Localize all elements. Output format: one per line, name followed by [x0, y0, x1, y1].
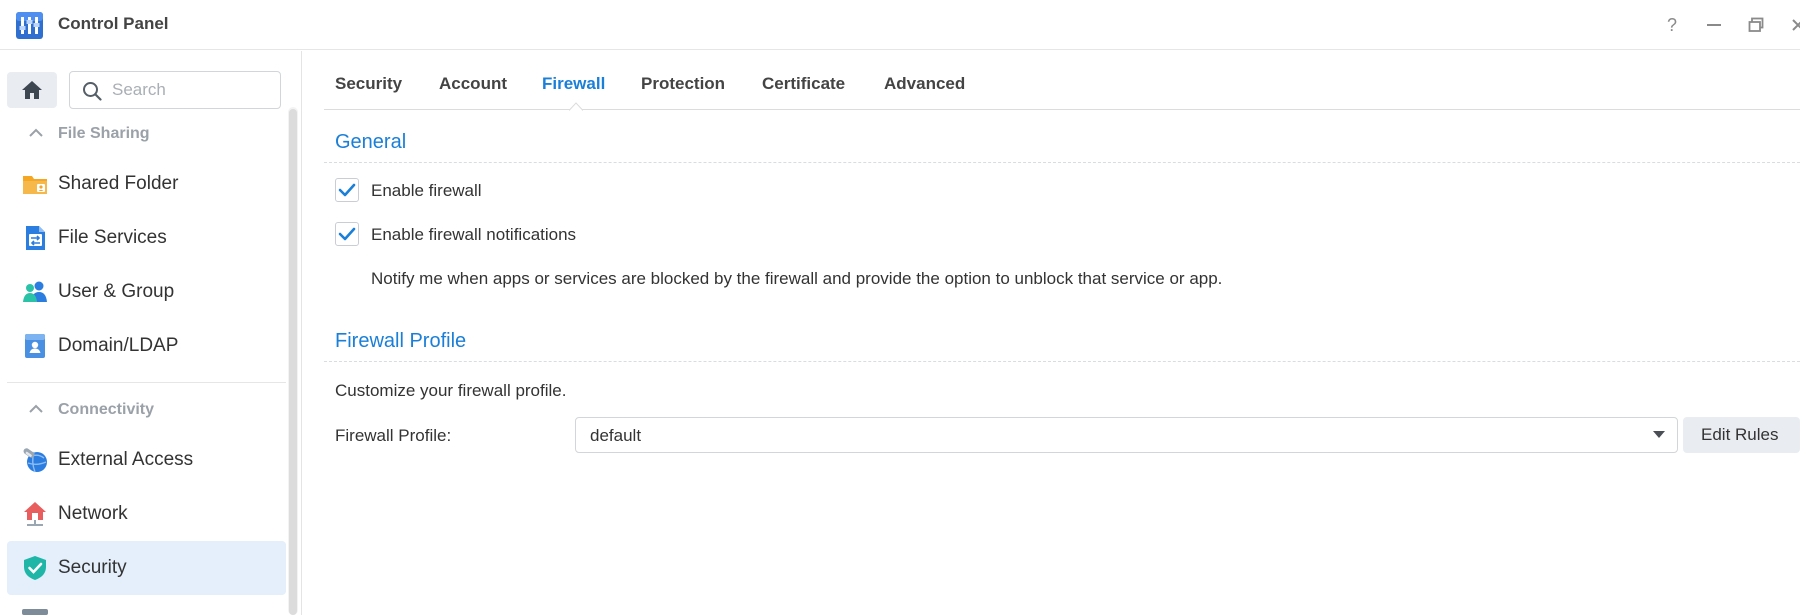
tab-bar: Security Account Firewall Protection Cer…	[324, 51, 1800, 111]
sidebar-item-shared-folder[interactable]: Shared Folder	[7, 157, 286, 211]
sidebar-item-label: User & Group	[58, 281, 175, 302]
sidebar-item-label: External Access	[58, 449, 194, 470]
enable-notifications-checkbox[interactable]	[335, 222, 359, 246]
checkmark-icon	[338, 227, 356, 241]
help-icon[interactable]: ?	[1660, 13, 1684, 37]
sidebar-item-external-access[interactable]: External Access	[7, 433, 286, 487]
section-title-firewall-profile: Firewall Profile	[335, 330, 467, 352]
control-panel-window: Control Panel ? Search File Sharing Shar…	[0, 0, 1800, 615]
section-divider	[324, 361, 1800, 362]
file-services-icon	[26, 226, 45, 250]
profile-description: Customize your firewall profile.	[335, 381, 567, 400]
sidebar: File Sharing Shared Folder File Services	[0, 51, 302, 615]
tab-account[interactable]: Account	[439, 74, 507, 94]
checkmark-icon	[338, 183, 356, 197]
user-group-icon	[23, 281, 47, 302]
tab-firewall[interactable]: Firewall	[542, 74, 605, 94]
enable-notifications-label: Enable firewall notifications	[371, 225, 577, 244]
sidebar-item-label: Network	[58, 503, 128, 524]
tab-advanced[interactable]: Advanced	[884, 74, 965, 94]
tab-security[interactable]: Security	[335, 74, 402, 94]
sidebar-item-label: File Services	[58, 227, 167, 248]
sidebar-item-security[interactable]: Security	[7, 541, 286, 595]
dropdown-caret-icon	[1653, 431, 1665, 438]
tab-protection[interactable]: Protection	[641, 74, 725, 94]
search-input[interactable]	[112, 78, 272, 102]
group-label: File Sharing	[58, 125, 150, 142]
active-tab-caret-icon	[569, 102, 583, 111]
chevron-up-icon	[29, 404, 43, 413]
firewall-profile-label: Firewall Profile:	[335, 426, 452, 445]
window-title: Control Panel	[58, 14, 169, 33]
sidebar-item-network[interactable]: Network	[7, 487, 286, 541]
enable-firewall-checkbox[interactable]	[335, 178, 359, 202]
group-connectivity[interactable]: Connectivity	[0, 393, 280, 427]
sidebar-item-user-group[interactable]: User & Group	[7, 265, 286, 319]
group-label: Connectivity	[58, 401, 155, 418]
domain-ldap-icon	[25, 334, 45, 358]
minimize-icon[interactable]	[1702, 13, 1726, 37]
next-item-icon	[22, 609, 48, 615]
section-divider	[324, 162, 1800, 163]
enable-firewall-label: Enable firewall	[371, 181, 482, 200]
search-icon	[83, 82, 102, 101]
sidebar-item-label: Security	[58, 557, 127, 578]
shared-folder-icon	[23, 176, 47, 194]
restore-icon[interactable]	[1744, 13, 1768, 37]
sidebar-item-domain-ldap[interactable]: Domain/LDAP	[7, 319, 286, 373]
sidebar-item-file-services[interactable]: File Services	[7, 211, 286, 265]
title-bar: Control Panel ?	[0, 0, 1800, 50]
search-box[interactable]	[69, 71, 281, 109]
firewall-profile-select[interactable]: default	[575, 417, 1678, 453]
group-file-sharing[interactable]: File Sharing	[0, 117, 280, 151]
external-access-icon	[23, 448, 47, 473]
network-icon	[24, 502, 46, 526]
tab-certificate[interactable]: Certificate	[762, 74, 845, 94]
security-shield-icon	[24, 556, 46, 580]
sidebar-item-label: Domain/LDAP	[58, 335, 179, 356]
home-button[interactable]	[7, 72, 57, 108]
chevron-up-icon	[29, 128, 43, 137]
close-icon[interactable]	[1786, 13, 1800, 37]
home-icon	[22, 81, 42, 99]
sidebar-divider	[7, 382, 286, 383]
sidebar-item-next-partial[interactable]	[7, 604, 286, 615]
firewall-profile-selected-value: default	[590, 426, 642, 445]
sidebar-scrollbar-thumb[interactable]	[289, 109, 297, 615]
sidebar-item-label: Shared Folder	[58, 173, 179, 194]
edit-rules-button[interactable]: Edit Rules	[1683, 417, 1800, 453]
control-panel-app-icon	[16, 12, 43, 39]
notify-description: Notify me when apps or services are bloc…	[371, 269, 1223, 288]
main-content: Security Account Firewall Protection Cer…	[303, 51, 1800, 615]
section-title-general: General	[335, 131, 407, 153]
